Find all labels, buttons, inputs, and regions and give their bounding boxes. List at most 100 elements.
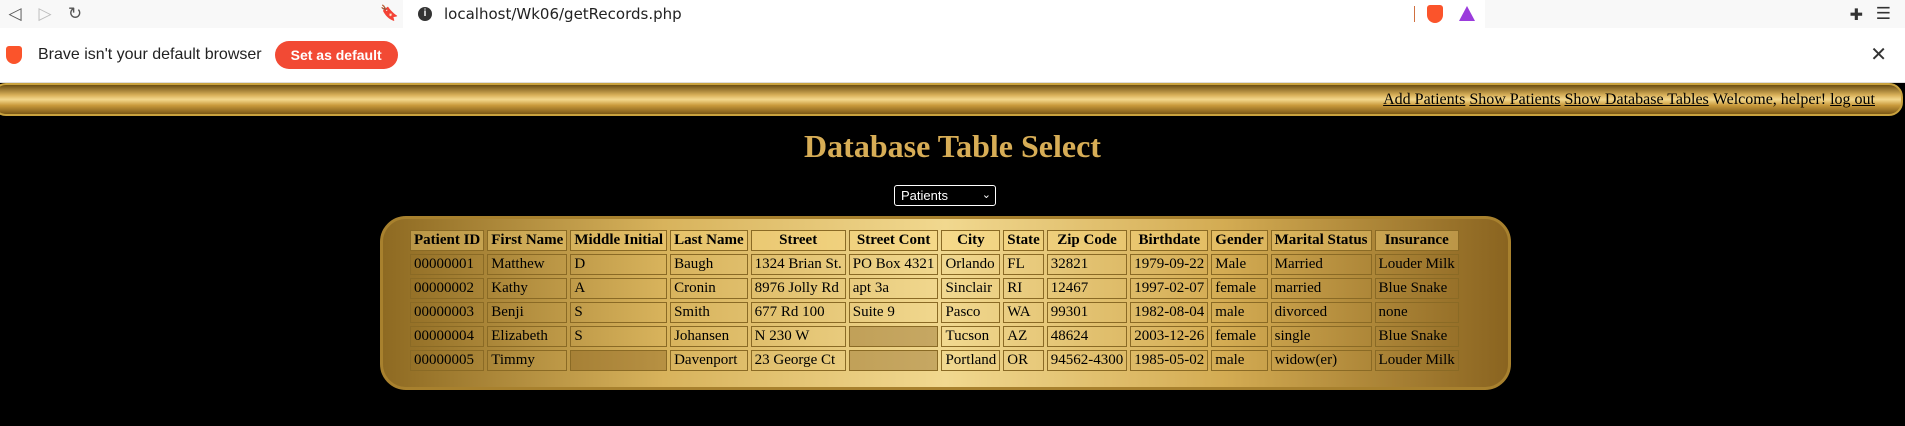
table-cell: Blue Snake (1374, 278, 1459, 299)
welcome-text: Welcome, helper! (1712, 90, 1827, 108)
header-gender: Gender (1211, 230, 1268, 251)
table-select-value: Patients (901, 188, 948, 203)
table-cell: Kathy (487, 278, 568, 299)
table-cell: Sinclair (941, 278, 1001, 299)
brave-rewards-icon[interactable] (1459, 6, 1475, 21)
table-cell: 1997-02-07 (1130, 278, 1209, 299)
table-cell: Louder Milk (1374, 254, 1459, 275)
table-cell: Timmy (487, 350, 568, 371)
logout-link[interactable]: log out (1830, 91, 1875, 109)
table-cell: Male (1211, 254, 1268, 275)
header-insurance: Insurance (1374, 230, 1459, 251)
table-cell: apt 3a (848, 278, 939, 299)
table-cell: 677 Rd 100 (750, 302, 846, 323)
close-icon[interactable]: ✕ (1870, 42, 1887, 67)
table-cell: Matthew (487, 254, 568, 275)
table-cell: Cronin (670, 278, 748, 299)
site-nav: Add Patients Show Patients Show Database… (0, 83, 1903, 116)
table-cell: FL (1003, 254, 1044, 275)
header-state: State (1003, 230, 1044, 251)
bookmark-icon[interactable]: 🔖 (380, 4, 399, 22)
header-middle-initial: Middle Initial (570, 230, 668, 251)
table-cell: 48624 (1046, 326, 1128, 347)
table-row: 00000004 Elizabeth S Johansen N 230 W Tucson A… (410, 326, 1459, 347)
table-cell: widow(er) (1270, 350, 1372, 371)
table-cell: Blue Snake (1374, 326, 1459, 347)
table-cell (848, 326, 939, 347)
table-cell: 23 George Ct (750, 350, 846, 371)
table-cell: female (1211, 326, 1268, 347)
table-cell: Married (1270, 254, 1372, 275)
infobar-message: Brave isn't your default browser (38, 46, 262, 63)
brave-shields-icon[interactable] (1427, 5, 1443, 23)
table-cell: Benji (487, 302, 568, 323)
table-cell: Portland (941, 350, 1001, 371)
table-cell: 00000002 (410, 278, 485, 299)
table-cell: 94562-4300 (1046, 350, 1128, 371)
table-cell: Davenport (670, 350, 748, 371)
table-cell: Louder Milk (1374, 350, 1459, 371)
table-cell: Suite 9 (848, 302, 939, 323)
header-zip-code: Zip Code (1046, 230, 1128, 251)
table-row: 00000003 Benji S Smith 677 Rd 100 Suite 9 Pasc… (410, 302, 1459, 323)
browser-toolbar: ◁ ▷ ↻ 🔖 i localhost/Wk06/getRecords.php … (0, 0, 1905, 28)
table-cell: Smith (670, 302, 748, 323)
table-cell: none (1374, 302, 1459, 323)
table-cell: RI (1003, 278, 1044, 299)
table-cell: divorced (1270, 302, 1372, 323)
site-info-icon[interactable]: i (418, 7, 432, 21)
url-text[interactable]: localhost/Wk06/getRecords.php (444, 5, 682, 23)
table-cell: 8976 Jolly Rd (750, 278, 846, 299)
table-cell: 99301 (1046, 302, 1128, 323)
table-cell: single (1270, 326, 1372, 347)
table-cell: 00000005 (410, 350, 485, 371)
table-cell: AZ (1003, 326, 1044, 347)
forward-icon[interactable]: ▷ (30, 0, 60, 28)
table-cell: 12467 (1046, 278, 1128, 299)
table-cell (848, 350, 939, 371)
table-select[interactable]: Patients ⌄ (894, 185, 996, 206)
table-cell: WA (1003, 302, 1044, 323)
header-street: Street (750, 230, 846, 251)
table-row: 00000001 Matthew D Baugh 1324 Brian St. PO Bo… (410, 254, 1459, 275)
table-cell: PO Box 4321 (848, 254, 939, 275)
add-patients-link[interactable]: Add Patients (1383, 91, 1465, 109)
url-separator (1414, 6, 1415, 22)
table-cell (570, 350, 668, 371)
table-row: 00000005 Timmy Davenport 23 George Ct Portla… (410, 350, 1459, 371)
header-last-name: Last Name (670, 230, 748, 251)
table-cell: S (570, 326, 668, 347)
table-cell: N 230 W (750, 326, 846, 347)
set-default-button[interactable]: Set as default (274, 41, 398, 69)
table-cell: 1324 Brian St. (750, 254, 846, 275)
table-cell: Orlando (941, 254, 1001, 275)
table-cell: 00000003 (410, 302, 485, 323)
table-cell: Pasco (941, 302, 1001, 323)
reload-icon[interactable]: ↻ (60, 0, 90, 28)
table-cell: Johansen (670, 326, 748, 347)
address-bar[interactable]: i localhost/Wk06/getRecords.php (403, 0, 1485, 28)
table-cell: 1979-09-22 (1130, 254, 1209, 275)
menu-icon[interactable]: ☰ (1876, 4, 1891, 24)
extensions-icon[interactable]: ✚ (1850, 5, 1863, 25)
table-cell: Elizabeth (487, 326, 568, 347)
table-cell: male (1211, 302, 1268, 323)
table-row: 00000002 Kathy A Cronin 8976 Jolly Rd apt 3a S… (410, 278, 1459, 299)
table-cell: 32821 (1046, 254, 1128, 275)
table-cell: 00000004 (410, 326, 485, 347)
table-cell: 00000001 (410, 254, 485, 275)
back-icon[interactable]: ◁ (0, 0, 30, 28)
header-city: City (941, 230, 1001, 251)
table-header-row: Patient ID First Name Middle Initial Las… (410, 230, 1459, 251)
show-tables-link[interactable]: Show Database Tables (1564, 91, 1708, 109)
records-table-panel: Patient ID First Name Middle Initial Las… (380, 216, 1511, 390)
table-cell: married (1270, 278, 1372, 299)
table-cell: D (570, 254, 668, 275)
header-birthdate: Birthdate (1130, 230, 1209, 251)
records-table: Patient ID First Name Middle Initial Las… (407, 227, 1462, 374)
table-cell: A (570, 278, 668, 299)
brave-logo-icon (6, 46, 22, 64)
show-patients-link[interactable]: Show Patients (1469, 91, 1560, 109)
table-cell: female (1211, 278, 1268, 299)
table-cell: 2003-12-26 (1130, 326, 1209, 347)
